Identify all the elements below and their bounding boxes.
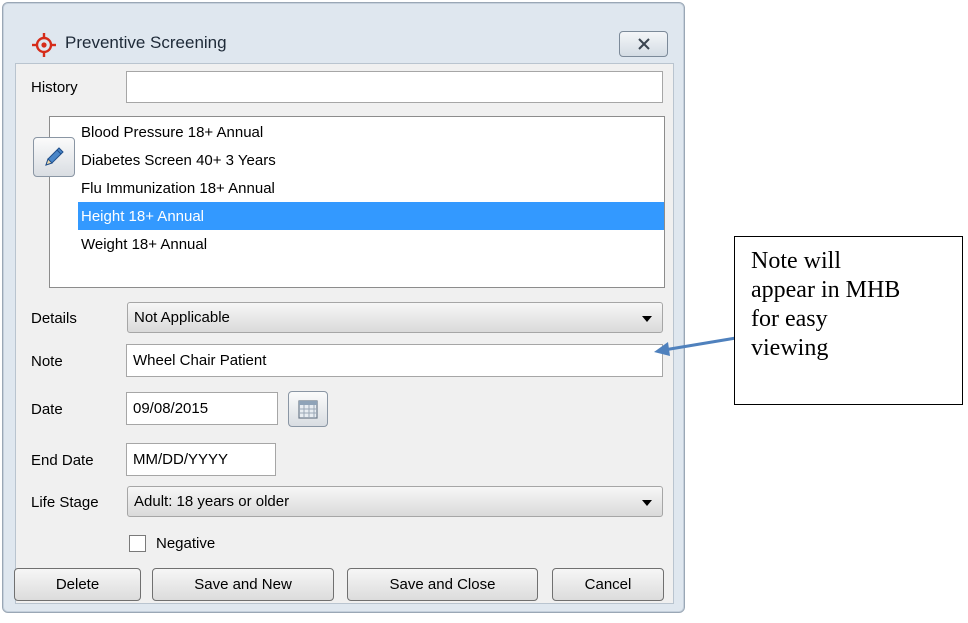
title-bar: Preventive Screening [3, 3, 684, 63]
list-item-selected[interactable]: Height 18+ Annual [78, 202, 664, 230]
list-item[interactable]: Diabetes Screen 40+ 3 Years [78, 146, 664, 174]
callout-line: Note will [751, 248, 841, 274]
life-stage-value: Adult: 18 years or older [134, 493, 290, 510]
save-and-new-button[interactable]: Save and New [152, 568, 334, 601]
screening-list[interactable]: Blood Pressure 18+ Annual Diabetes Scree… [49, 116, 665, 288]
details-dropdown[interactable]: Not Applicable [127, 302, 663, 333]
chevron-down-icon [642, 499, 652, 506]
callout-arrow-icon [654, 336, 737, 356]
life-stage-dropdown[interactable]: Adult: 18 years or older [127, 486, 663, 517]
details-label: Details [31, 310, 77, 327]
history-field[interactable] [126, 71, 663, 103]
delete-button[interactable]: Delete [14, 568, 141, 601]
date-label: Date [31, 401, 63, 418]
list-item[interactable]: Blood Pressure 18+ Annual [78, 118, 664, 146]
negative-label: Negative [156, 535, 216, 552]
callout-line: appear in MHB [751, 277, 901, 303]
list-item[interactable]: Weight 18+ Annual [78, 230, 664, 258]
callout-line: viewing [751, 335, 829, 361]
negative-checkbox[interactable] [129, 535, 146, 552]
list-item[interactable]: Flu Immunization 18+ Annual [78, 174, 664, 202]
date-field[interactable]: 09/08/2015 [126, 392, 278, 425]
calendar-button[interactable] [288, 391, 328, 427]
note-field[interactable]: Wheel Chair Patient [126, 344, 663, 377]
note-label: Note [31, 353, 63, 370]
cancel-button[interactable]: Cancel [552, 568, 664, 601]
window-title: Preventive Screening [65, 33, 227, 52]
history-label: History [31, 79, 78, 96]
callout-line: for easy [751, 306, 828, 332]
pencil-icon [45, 147, 64, 166]
edit-button[interactable] [33, 137, 75, 177]
save-and-close-button[interactable]: Save and Close [347, 568, 538, 601]
close-x-icon [637, 38, 650, 50]
chevron-down-icon [642, 315, 652, 322]
target-crosshair-icon [31, 32, 57, 58]
details-value: Not Applicable [134, 309, 230, 326]
callout-note-box: Note will appear in MHB for easy viewing [734, 236, 963, 405]
calendar-icon [298, 400, 318, 419]
end-date-field[interactable]: MM/DD/YYYY [126, 443, 276, 476]
life-stage-label: Life Stage [31, 494, 99, 511]
end-date-label: End Date [31, 452, 94, 469]
close-button[interactable] [619, 31, 668, 57]
